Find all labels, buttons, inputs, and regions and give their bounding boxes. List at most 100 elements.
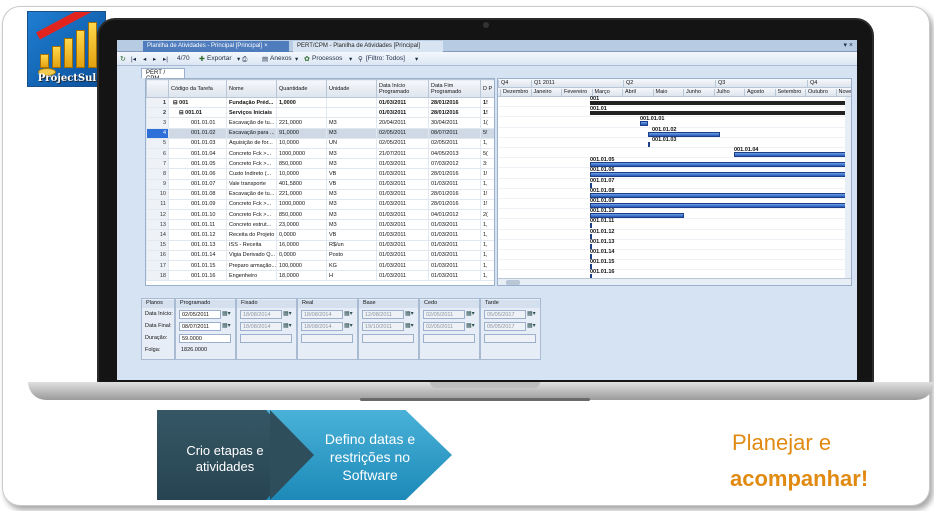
table-cell[interactable]: 16,0000 (276, 239, 327, 251)
table-cell[interactable]: 21/07/2011 (376, 147, 429, 160)
table-cell[interactable]: 001.01.10 (168, 209, 227, 221)
table-cell[interactable]: 5 (146, 137, 169, 149)
table-cell[interactable]: 10 (146, 188, 169, 200)
table-cell[interactable]: 01/03/2011 (376, 259, 429, 272)
table-cell[interactable]: 6 (146, 147, 169, 160)
filter-icon[interactable]: ⚲ (358, 55, 363, 63)
table-cell[interactable]: M3 (326, 219, 377, 231)
table-cell[interactable]: ⊟ 001.01 (168, 107, 227, 119)
table-cell[interactable]: 01/03/2011 (428, 239, 481, 251)
start-date-field[interactable]: 12/08/2011 (362, 310, 404, 319)
table-cell[interactable]: 07/03/2012 (428, 158, 481, 170)
table-cell[interactable]: ⊟ 001 (168, 96, 227, 109)
table-cell[interactable]: 1, (480, 249, 494, 262)
table-cell[interactable]: 01/03/2011 (376, 198, 429, 211)
table-cell[interactable]: 01/03/2011 (376, 188, 429, 200)
table-cell[interactable]: 1! (480, 168, 494, 180)
table-cell[interactable]: 001.01.06 (168, 168, 227, 180)
table-row[interactable]: 13 001.01.11 Concreto estrut... 23,0000 M3 01… (146, 219, 494, 231)
calendar-icon[interactable]: ▦▾ (527, 310, 537, 319)
table-cell[interactable]: 01/03/2011 (376, 270, 429, 282)
table-cell[interactable]: 01/03/2011 (428, 249, 481, 262)
table-row[interactable]: 9 001.01.07 Vale transporte 401,5800 VB 01/03… (146, 178, 494, 190)
gantt-bar[interactable] (648, 141, 650, 147)
table-cell[interactable]: 30/04/2011 (428, 117, 481, 129)
table-cell[interactable]: 001.01.03 (168, 137, 227, 149)
duration-field[interactable]: 59.0000 (179, 334, 231, 343)
table-cell[interactable]: 01/03/2011 (428, 229, 481, 241)
duration-field[interactable] (484, 334, 536, 343)
gantt-bar[interactable] (590, 192, 850, 198)
next-record-icon[interactable]: ▸ (153, 55, 156, 63)
table-cell[interactable]: M3 (326, 127, 377, 139)
table-cell[interactable]: 13 (146, 219, 169, 231)
export-button[interactable]: Exportar (207, 55, 232, 62)
end-date-field[interactable]: 05/05/2017 (484, 322, 526, 331)
table-cell[interactable]: 1! (480, 96, 494, 109)
table-cell[interactable]: R$/un (326, 239, 377, 251)
table-cell[interactable]: 221,0000 (276, 188, 327, 200)
table-cell[interactable]: 001.01.01 (168, 117, 227, 129)
table-row[interactable]: 1 ⊟ 001 Fundação Préd... 1,0000 01/03/2011 28… (146, 96, 494, 109)
table-cell[interactable]: 3 (146, 117, 169, 129)
table-cell[interactable]: 17 (146, 259, 169, 272)
table-cell[interactable]: 10,0000 (276, 168, 327, 180)
table-cell[interactable]: 001.01.05 (168, 158, 227, 170)
table-row[interactable]: 16 001.01.14 Vigia Derivado Q... 0,0000 Post… (146, 249, 494, 262)
start-date-field[interactable]: 18/08/2014 (240, 310, 282, 319)
table-cell[interactable]: VB (326, 229, 377, 241)
end-date-field[interactable]: 02/05/2011 (423, 322, 465, 331)
table-cell[interactable]: 91,0000 (276, 127, 327, 139)
table-cell[interactable]: 1, (480, 229, 494, 241)
table-cell[interactable]: 01/03/2011 (376, 209, 429, 221)
table-cell[interactable]: 1 (146, 96, 169, 109)
gantt-vertical-scrollbar[interactable] (845, 97, 851, 280)
table-cell[interactable]: 1000,0000 (276, 147, 327, 160)
duration-field[interactable] (362, 334, 414, 343)
start-date-field[interactable]: 05/05/2017 (484, 310, 526, 319)
gantt-bar[interactable] (590, 111, 850, 116)
table-cell[interactable]: 1! (480, 188, 494, 200)
table-cell[interactable]: 001.01.07 (168, 178, 227, 190)
tab-pert-cpm-view[interactable]: PERT / CPM (141, 68, 185, 82)
table-cell[interactable]: 1( (480, 117, 494, 129)
calendar-icon[interactable]: ▦▾ (466, 322, 476, 331)
table-cell[interactable]: 5! (480, 127, 494, 139)
table-cell[interactable]: VB (326, 178, 377, 190)
table-cell[interactable]: 01/03/2011 (376, 229, 429, 241)
end-date-field[interactable]: 18/08/2014 (301, 322, 343, 331)
table-cell[interactable]: 3: (480, 158, 494, 170)
table-cell[interactable]: M3 (326, 147, 377, 160)
table-cell[interactable]: Serviços Iniciais (226, 107, 277, 119)
table-cell[interactable]: 0,0000 (276, 249, 327, 262)
table-cell[interactable]: 02/05/2011 (428, 137, 481, 149)
attach-icon[interactable]: ▤ (262, 55, 268, 63)
process-icon[interactable]: ✿ (304, 55, 310, 63)
calendar-icon[interactable]: ▦▾ (405, 310, 415, 319)
table-cell[interactable]: Vale transporte (226, 178, 277, 190)
gantt-bar[interactable] (590, 162, 850, 168)
table-cell[interactable]: 2( (480, 209, 494, 221)
table-cell[interactable]: H (326, 270, 377, 282)
close-icon[interactable]: × (264, 43, 268, 49)
table-cell[interactable]: 28/01/2016 (428, 107, 481, 119)
table-row[interactable]: 4 001.01.02 Escavação para ... 91,0000 M3 02/… (146, 127, 494, 139)
table-cell[interactable]: 0,0000 (276, 229, 327, 241)
table-cell[interactable]: 1, (480, 259, 494, 272)
process-dropdown-icon[interactable]: ▾ (349, 55, 352, 63)
table-cell[interactable]: 15 (146, 239, 169, 251)
table-cell[interactable]: 9 (146, 178, 169, 190)
table-cell[interactable]: 100,0000 (276, 259, 327, 272)
gantt-horizontal-scrollbar[interactable] (498, 278, 851, 285)
table-cell[interactable]: ISS - Receita (226, 239, 277, 251)
column-header[interactable] (146, 79, 169, 98)
duration-field[interactable] (301, 334, 353, 343)
table-cell[interactable]: 2 (146, 107, 169, 119)
duration-field[interactable] (423, 334, 475, 343)
table-cell[interactable]: Concreto Fck >... (226, 198, 277, 211)
table-cell[interactable]: 18 (146, 270, 169, 282)
table-cell[interactable]: Preparo armação... (226, 259, 277, 272)
export-icon[interactable]: ✚ (199, 55, 205, 63)
end-date-field[interactable]: 08/07/2011 (179, 322, 221, 331)
gantt-bar[interactable] (590, 172, 850, 178)
